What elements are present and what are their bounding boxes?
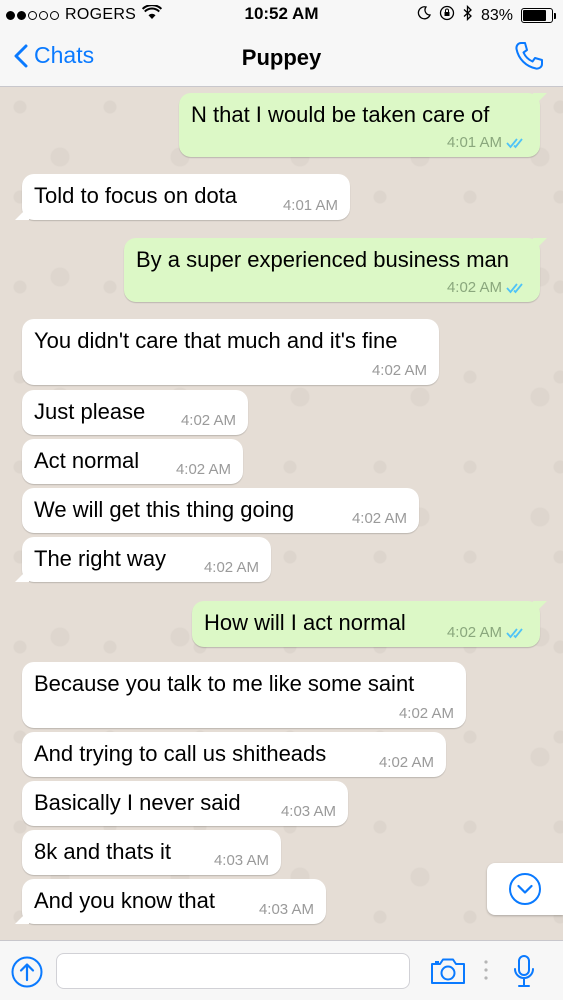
double-check-icon: [506, 628, 523, 639]
message-text: Told to focus on dota: [34, 183, 238, 208]
message-bubble-outgoing[interactable]: N that I would be taken care of 4:01 AM: [179, 93, 540, 157]
message-time: 4:02 AM: [203, 559, 259, 576]
message-bubble-outgoing[interactable]: How will I act normal 4:02 AM: [192, 601, 540, 647]
navigation-bar: Chats Puppey: [0, 30, 563, 87]
message-bubble-incoming[interactable]: Because you talk to me like some saint 4…: [22, 662, 466, 728]
message-time: 4:02 AM: [175, 461, 231, 478]
battery-icon: [521, 8, 556, 23]
message-text: You didn't care that much and it's fine: [34, 328, 398, 353]
status-bar-right: 83%: [417, 4, 556, 26]
message-bubble-incoming[interactable]: Basically I never said 4:03 AM: [22, 781, 348, 826]
message-bubble-incoming[interactable]: We will get this thing going 4:02 AM: [22, 488, 419, 533]
message-time: 4:02 AM: [180, 412, 236, 429]
message-time: 4:01 AM: [282, 197, 338, 214]
double-check-icon: [506, 138, 523, 149]
message-bubble-incoming[interactable]: Told to focus on dota 4:01 AM: [22, 174, 350, 220]
message-meta: 4:02 AM: [447, 280, 528, 296]
scroll-to-bottom-button[interactable]: [487, 863, 563, 915]
message-text: And you know that: [34, 888, 216, 913]
microphone-icon: [514, 955, 534, 987]
battery-percent: 83%: [480, 6, 513, 24]
message-text: The right way: [34, 546, 167, 571]
message-text: How will I act normal: [204, 610, 406, 635]
separator-dots: [484, 959, 488, 986]
message-time: 4:02 AM: [446, 624, 502, 641]
microphone-button[interactable]: [513, 954, 535, 993]
message-time: 4:02 AM: [446, 279, 502, 296]
status-bar: ROGERS 10:52 AM 83%: [0, 0, 563, 30]
message-time: 4:02 AM: [351, 510, 407, 527]
message-bubble-incoming[interactable]: You didn't care that much and it's fine …: [22, 319, 439, 385]
message-time: 4:03 AM: [280, 803, 336, 820]
message-text: Just please: [34, 399, 146, 424]
phone-icon: [515, 42, 543, 70]
do-not-disturb-icon: [417, 6, 431, 25]
message-text: We will get this thing going: [34, 497, 295, 522]
message-text: By a super experienced business man: [136, 247, 509, 272]
message-meta: 4:01 AM: [447, 135, 528, 151]
chevron-down-circle-icon: [509, 873, 541, 905]
message-time: 4:02 AM: [398, 705, 454, 722]
message-time: 4:02 AM: [378, 754, 434, 771]
arrow-up-circle-icon: [11, 956, 43, 988]
message-bubble-incoming[interactable]: Act normal 4:02 AM: [22, 439, 243, 484]
message-text: Basically I never said: [34, 790, 241, 815]
message-text: N that I would be taken care of: [191, 102, 490, 127]
message-meta: 4:02 AM: [447, 625, 528, 641]
message-time: 4:01 AM: [446, 134, 502, 151]
message-list[interactable]: N that I would be taken care of 4:01 AM …: [0, 87, 563, 940]
message-bubble-incoming[interactable]: 8k and thats it 4:03 AM: [22, 830, 281, 875]
message-bubble-incoming[interactable]: Just please 4:02 AM: [22, 390, 248, 435]
message-text: Act normal: [34, 448, 140, 473]
message-bubble-incoming[interactable]: And you know that 4:03 AM: [22, 879, 326, 924]
message-time: 4:03 AM: [258, 901, 314, 918]
bluetooth-icon: [463, 4, 473, 26]
message-text: Because you talk to me like some saint: [34, 671, 415, 696]
message-bubble-incoming[interactable]: And trying to call us shitheads 4:02 AM: [22, 732, 446, 777]
message-time: 4:02 AM: [371, 362, 427, 379]
message-input[interactable]: [56, 953, 410, 989]
message-bubble-outgoing[interactable]: By a super experienced business man 4:02…: [124, 238, 540, 302]
message-time: 4:03 AM: [213, 852, 269, 869]
chat-title[interactable]: Puppey: [0, 45, 563, 71]
call-button[interactable]: [513, 40, 545, 77]
message-text: And trying to call us shitheads: [34, 741, 327, 766]
double-check-icon: [506, 283, 523, 294]
attach-button[interactable]: [11, 956, 43, 993]
camera-icon: [431, 958, 465, 984]
battery-level: [523, 10, 547, 21]
camera-button[interactable]: [430, 957, 466, 990]
message-text: 8k and thats it: [34, 839, 171, 864]
orientation-lock-icon: [439, 5, 455, 26]
message-bubble-incoming[interactable]: The right way 4:02 AM: [22, 537, 271, 582]
input-bar: [0, 940, 563, 1000]
